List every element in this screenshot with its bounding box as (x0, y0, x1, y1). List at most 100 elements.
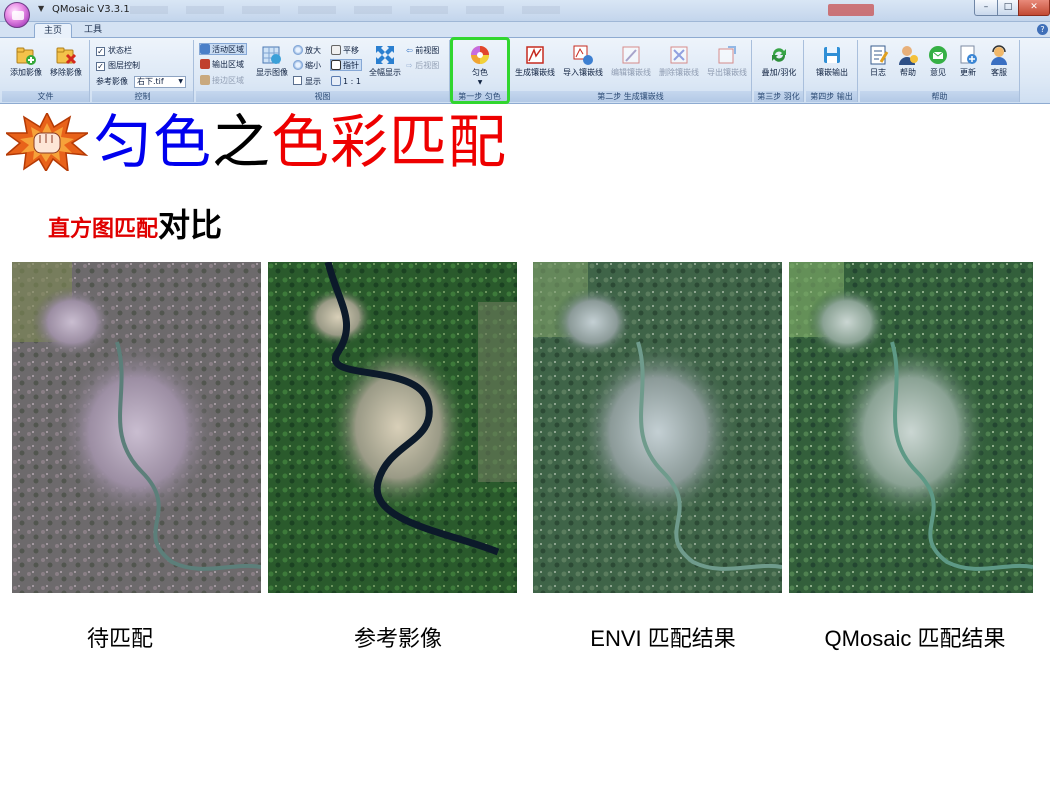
window-title: QMosaic V3.3.1 (52, 4, 130, 15)
generate-seamline-button[interactable]: 生成镶嵌线 (512, 44, 558, 88)
reference-image-row: 参考影像 右下.tif ▼ (96, 76, 192, 88)
active-area-button[interactable]: 活动区域 (199, 43, 247, 55)
pointer-button[interactable]: 指针 (330, 59, 362, 71)
close-button[interactable]: ✕ (1018, 0, 1050, 16)
delete-seamline-label: 删除镶嵌线 (659, 68, 699, 77)
envi-result-image (533, 262, 782, 593)
generate-seamline-label: 生成镶嵌线 (515, 68, 555, 77)
reference-image-value: 右下.tif (137, 77, 164, 86)
app-menu-button[interactable] (4, 2, 30, 28)
mosaic-area-button[interactable]: 接边区域 (200, 75, 244, 87)
export-seamline-label: 导出镶嵌线 (707, 68, 747, 77)
seamline-icon (526, 46, 544, 64)
pan-button[interactable]: 平移 (331, 45, 359, 57)
add-image-icon (16, 47, 36, 65)
chevron-down-icon: ▼ (178, 78, 183, 85)
layer-control-checkbox[interactable]: ✓ 图层控制 (96, 60, 140, 72)
remove-image-label: 移除影像 (50, 68, 82, 77)
remove-image-button[interactable]: 移除影像 (46, 44, 86, 88)
status-bar-checkbox[interactable]: ✓ 状态栏 (96, 45, 132, 57)
reference-image-select[interactable]: 右下.tif ▼ (134, 76, 186, 88)
zoom-out-button[interactable]: 缩小 (293, 60, 321, 72)
mosaic-area-label: 接边区域 (212, 76, 244, 85)
slide-title-part1: 匀色 (94, 108, 213, 176)
reference-image (268, 262, 517, 593)
show-image-label: 显示图像 (256, 68, 288, 77)
tab-home[interactable]: 主页 (34, 23, 72, 38)
group-label-step4: 第四步 输出 (806, 91, 857, 102)
add-image-button[interactable]: 添加影像 (6, 44, 46, 88)
blurred-taskbar-strip (130, 6, 570, 14)
remove-image-icon (56, 47, 77, 65)
mosaic-output-button[interactable]: 镶嵌输出 (810, 44, 854, 88)
user-help-icon (899, 46, 918, 65)
support-button[interactable]: 客服 (984, 44, 1014, 88)
export-seamline-icon (718, 46, 736, 64)
show-image-icon (262, 46, 281, 64)
checkbox-checked-icon: ✓ (96, 47, 105, 56)
subtitle-comparison: 对比 (158, 206, 223, 244)
help-icon[interactable]: ? (1037, 24, 1048, 35)
full-view-button[interactable]: 全幅显示 (366, 44, 404, 88)
zoom-in-button[interactable]: 放大 (293, 45, 321, 57)
import-seamline-button[interactable]: 导入镶嵌线 (560, 44, 606, 88)
satellite-image-reference (268, 262, 517, 593)
next-view-button[interactable]: ⇨ 后视图 (406, 60, 439, 72)
delete-seamline-icon (670, 46, 688, 64)
satellite-image-qmosaic-result (789, 262, 1033, 593)
delete-seamline-button[interactable]: 删除镶嵌线 (656, 44, 702, 88)
tab-tools[interactable]: 工具 (78, 23, 108, 38)
maximize-button[interactable]: □ (997, 0, 1019, 16)
slide-title-part3: 色彩匹配 (271, 108, 508, 176)
ribbon-group-file: 添加影像 移除影像 文件 (2, 40, 90, 102)
blend-label: 叠加/羽化 (761, 68, 797, 77)
checkbox-checked-icon: ✓ (96, 62, 105, 71)
blend-button[interactable]: 叠加/羽化 (757, 44, 801, 88)
log-button[interactable]: 日志 (864, 44, 892, 88)
ribbon-group-step4: 镶嵌输出 第四步 输出 (806, 40, 858, 102)
edit-seamline-icon (622, 46, 640, 64)
slide-title-part2: 之 (212, 108, 272, 176)
slide-title: 匀色之色彩匹配 (94, 104, 507, 180)
caption-qmosaic-result: QMosaic 匹配结果 (824, 626, 1006, 651)
color-balance-highlight (450, 37, 510, 104)
quick-access-dropdown-icon[interactable]: ▼ (38, 4, 44, 13)
minimize-button[interactable]: – (974, 0, 998, 16)
customer-service-icon (991, 45, 1007, 65)
group-label-step2: 第二步 生成镶嵌线 (510, 91, 751, 102)
update-button[interactable]: 更新 (954, 44, 982, 88)
recycle-arrows-icon (772, 48, 786, 62)
full-extent-icon (376, 46, 394, 64)
help-button[interactable]: 帮助 (894, 44, 922, 88)
notepad-icon (870, 45, 889, 65)
prev-view-label: 前视图 (415, 46, 440, 55)
prev-view-button[interactable]: ⇦ 前视图 (406, 45, 439, 57)
ribbon-group-step3: 叠加/羽化 第三步 羽化 (754, 40, 804, 102)
mosaic-area-icon (200, 75, 210, 85)
caption-envi-result: ENVI 匹配结果 (590, 626, 736, 651)
edit-seamline-label: 编辑镶嵌线 (611, 68, 651, 77)
full-view-label: 全幅显示 (369, 68, 401, 77)
active-area-icon (200, 44, 210, 54)
ribbon-group-control: ✓ 状态栏 ✓ 图层控制 参考影像 右下.tif ▼ 控制 (92, 40, 194, 102)
next-view-label: 后视图 (415, 61, 440, 70)
one-to-one-button[interactable]: 1 : 1 (331, 76, 361, 88)
export-seamline-button[interactable]: 导出镶嵌线 (704, 44, 750, 88)
slide-subtitle: 直方图匹配对比 (48, 200, 222, 244)
arrow-left-icon: ⇦ (406, 46, 413, 55)
ribbon-group-step2: 生成镶嵌线 导入镶嵌线 编辑镶嵌线 删除镶嵌线 导出镶嵌线 第二步 生成镶嵌线 (510, 40, 752, 102)
import-seamline-icon (573, 45, 593, 65)
ribbon: 添加影像 移除影像 文件 ✓ 状态栏 ✓ 图层控制 参考影像 右下.tif ▼ 控制 (0, 38, 1050, 104)
output-area-label: 输出区域 (212, 60, 244, 69)
ribbon-group-view: 活动区域 输出区域 接边区域 显示图像 放大 缩小 显示 平移 指针 1: 1… (196, 40, 450, 102)
group-label-view: 视图 (196, 91, 449, 102)
feedback-button[interactable]: 意见 (924, 44, 952, 88)
zoom-in-icon (293, 45, 303, 55)
ribbon-group-help: 日志 帮助 意见 更新 客服 帮助 (860, 40, 1020, 102)
pointer-label: 指针 (343, 61, 359, 70)
edit-seamline-button[interactable]: 编辑镶嵌线 (608, 44, 654, 88)
output-area-button[interactable]: 输出区域 (200, 59, 244, 71)
show-checkbox[interactable]: 显示 (293, 76, 321, 88)
show-image-button[interactable]: 显示图像 (252, 44, 292, 88)
actual-size-icon (331, 76, 341, 86)
